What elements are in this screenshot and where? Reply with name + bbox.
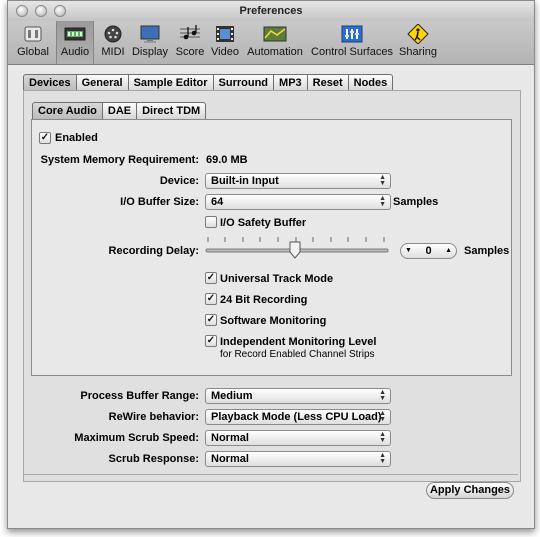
toolbar-display[interactable]: Display xyxy=(130,21,170,64)
buffer-unit: Samples xyxy=(393,196,439,208)
memory-label: System Memory Requirement: xyxy=(40,154,199,166)
control-surfaces-icon xyxy=(341,25,363,43)
independent-monitoring-sublabel: for Record Enabled Channel Strips xyxy=(220,349,375,360)
window-title: Preferences xyxy=(239,5,303,17)
software-monitoring-label: Software Monitoring xyxy=(220,315,327,327)
process-buffer-label: Process Buffer Range: xyxy=(80,390,199,402)
delay-stepper[interactable]: ▼ 0 ▲ xyxy=(400,243,457,259)
delay-unit: Samples xyxy=(464,245,510,257)
preferences-toolbar: Global Audio MIDI Display Score Video Au… xyxy=(8,21,534,65)
apply-changes-button[interactable]: Apply Changes xyxy=(426,482,514,499)
score-icon xyxy=(180,25,200,40)
popup-arrows-icon: ▲ ▼ xyxy=(379,431,386,444)
toolbar-control-surfaces[interactable]: Control Surfaces xyxy=(308,21,396,64)
io-safety-checkbox[interactable] xyxy=(205,216,217,228)
memory-value: 69.0 MB xyxy=(206,154,248,166)
display-icon xyxy=(140,25,160,43)
device-popup[interactable]: Built-in Input ▲ ▼ xyxy=(205,173,391,189)
toolbar-automation[interactable]: Automation xyxy=(244,21,306,64)
bit24-checkbox[interactable]: ✓ xyxy=(205,293,217,305)
universal-track-label: Universal Track Mode xyxy=(220,273,334,285)
toolbar-audio[interactable]: Audio xyxy=(56,21,94,64)
software-monitoring-checkbox[interactable]: ✓ xyxy=(205,314,217,326)
popup-arrows-icon: ▲ ▼ xyxy=(379,174,386,187)
enabled-checkbox[interactable]: ✓ xyxy=(39,132,51,144)
toolbar-sharing[interactable]: Sharing xyxy=(396,21,440,64)
independent-monitoring-label: Independent Monitoring Level xyxy=(220,336,377,348)
stepper-down-icon[interactable]: ▼ xyxy=(405,244,412,258)
title-bar: Preferences xyxy=(8,1,534,21)
io-safety-label: I/O Safety Buffer xyxy=(220,217,307,229)
popup-arrows-icon: ▲ ▼ xyxy=(379,389,386,402)
buffer-label: I/O Buffer Size: xyxy=(120,196,199,208)
tab-dae[interactable]: DAE xyxy=(102,102,138,120)
audio-icon xyxy=(64,27,86,41)
toolbar-midi[interactable]: MIDI xyxy=(96,21,130,64)
divider xyxy=(24,474,518,475)
delay-label: Recording Delay: xyxy=(108,245,199,257)
rewire-label: ReWire behavior: xyxy=(108,411,199,423)
toolbar-global[interactable]: Global xyxy=(12,21,54,64)
popup-arrows-icon: ▲ ▼ xyxy=(379,410,386,423)
toolbar-score[interactable]: Score xyxy=(174,21,206,64)
tab-direct-tdm[interactable]: Direct TDM xyxy=(137,102,207,120)
bit24-label: 24 Bit Recording xyxy=(220,294,308,306)
popup-arrows-icon: ▲ ▼ xyxy=(379,452,386,465)
stepper-up-icon[interactable]: ▲ xyxy=(445,244,452,258)
preferences-window: Preferences Global Audio MIDI Display Sc… xyxy=(7,0,535,529)
enabled-label: Enabled xyxy=(55,132,98,144)
scrub-response-label: Scrub Response: xyxy=(108,453,199,465)
video-icon xyxy=(216,26,234,42)
midi-icon xyxy=(104,25,122,43)
popup-arrows-icon: ▲ ▼ xyxy=(379,195,386,208)
device-label: Device: xyxy=(159,175,199,187)
buffer-size-popup[interactable]: 64 ▲ ▼ xyxy=(205,194,391,210)
sharing-icon xyxy=(407,24,429,44)
toolbar-video[interactable]: Video xyxy=(208,21,242,64)
scrub-speed-label: Maximum Scrub Speed: xyxy=(74,432,199,444)
tab-core-audio[interactable]: Core Audio xyxy=(32,102,103,120)
main-tab-bar: Devices General Sample Editor Surround M… xyxy=(23,74,394,92)
independent-monitoring-checkbox[interactable]: ✓ xyxy=(205,335,217,347)
sub-tab-bar: Core Audio DAE Direct TDM xyxy=(32,102,207,120)
global-icon xyxy=(24,26,42,42)
universal-track-checkbox[interactable]: ✓ xyxy=(205,272,217,284)
slider-knob[interactable] xyxy=(289,241,301,259)
scrub-speed-popup[interactable]: Normal ▲ ▼ xyxy=(205,430,391,446)
scrub-response-popup[interactable]: Normal ▲ ▼ xyxy=(205,451,391,467)
process-buffer-popup[interactable]: Medium ▲ ▼ xyxy=(205,388,391,404)
rewire-popup[interactable]: Playback Mode (Less CPU Load) ▲ ▼ xyxy=(205,409,391,425)
automation-icon xyxy=(263,26,287,42)
